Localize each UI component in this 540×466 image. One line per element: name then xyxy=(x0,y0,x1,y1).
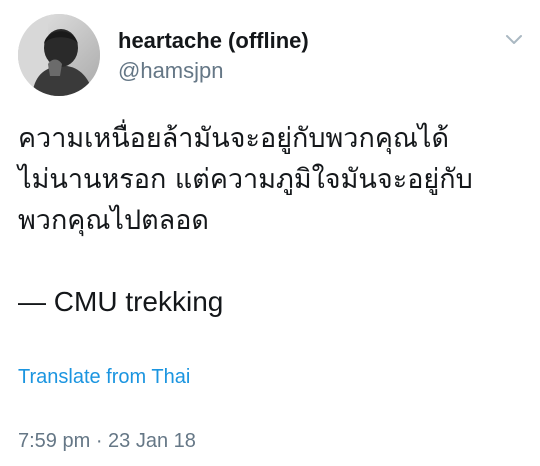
tweet-text: ความเหนื่อยล้ามันจะอยู่กับพวกคุณได้ ไม่น… xyxy=(18,118,523,241)
avatar[interactable] xyxy=(18,14,100,96)
tweet-signature: — CMU trekking xyxy=(18,286,224,317)
tweet-text-line: ไม่นานหรอก แต่ความภูมิใจมันจะอยู่กับ xyxy=(18,164,473,195)
tweet-card: heartache (offline) @hamsjpn ความเหนื่อย… xyxy=(0,0,540,466)
tweet-text-line: พวกคุณไปตลอด xyxy=(18,205,209,236)
translate-link[interactable]: Translate from Thai xyxy=(18,364,190,390)
display-name[interactable]: heartache (offline) xyxy=(118,28,309,54)
chevron-down-icon[interactable] xyxy=(503,28,525,50)
tweet-text-line: ความเหนื่อยล้ามันจะอยู่กับพวกคุณได้ xyxy=(18,123,450,154)
tweet-timestamp[interactable]: 7:59 pm · 23 Jan 18 xyxy=(18,428,196,454)
profile-photo-icon xyxy=(18,14,100,96)
user-handle[interactable]: @hamsjpn xyxy=(118,58,224,84)
